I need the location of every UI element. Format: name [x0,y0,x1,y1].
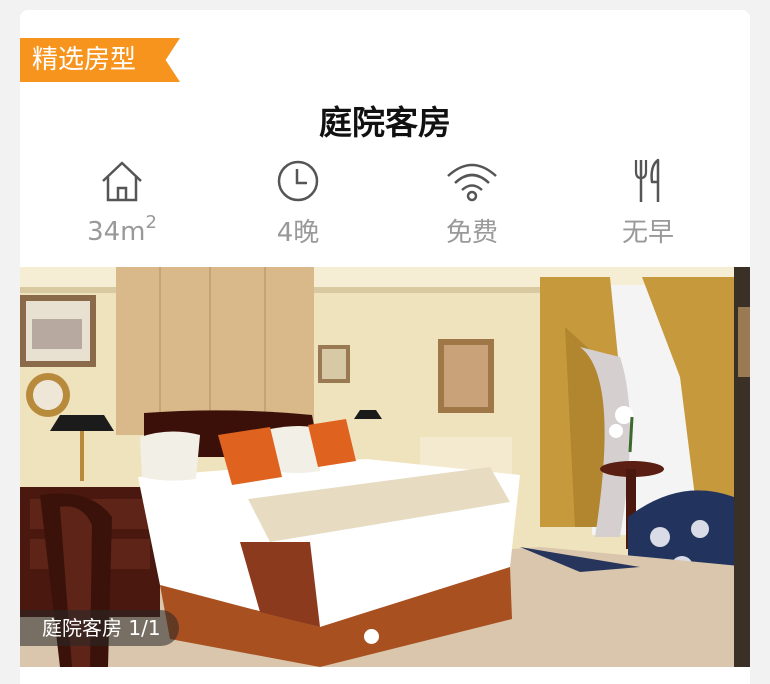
featured-badge: 精选房型 [20,38,180,82]
feature-wifi: 免费 [402,156,542,249]
room-photo [20,267,750,667]
room-features: 34m2 4晚 免费 无早 [20,156,750,256]
photo-caption: 庭院客房 1/1 [20,610,179,646]
feature-label: 无早 [621,218,674,248]
carousel-indicator-dot[interactable] [364,629,379,644]
feature-area: 34m2 [52,156,192,247]
clock-icon [277,160,319,202]
feature-label: 免费 [445,218,498,248]
room-card: 精选房型 庭院客房 34m2 4晚 免费 无早 [20,10,750,684]
feature-breakfast: 无早 [578,156,718,249]
house-icon [102,161,142,202]
feature-nights: 4晚 [228,156,368,249]
fork-knife-icon [634,158,660,202]
wifi-icon [447,163,497,202]
feature-label: 34m2 [87,212,157,247]
feature-label: 4晚 [276,218,320,248]
room-photo-carousel[interactable] [20,267,750,667]
room-title: 庭院客房 [319,103,451,142]
